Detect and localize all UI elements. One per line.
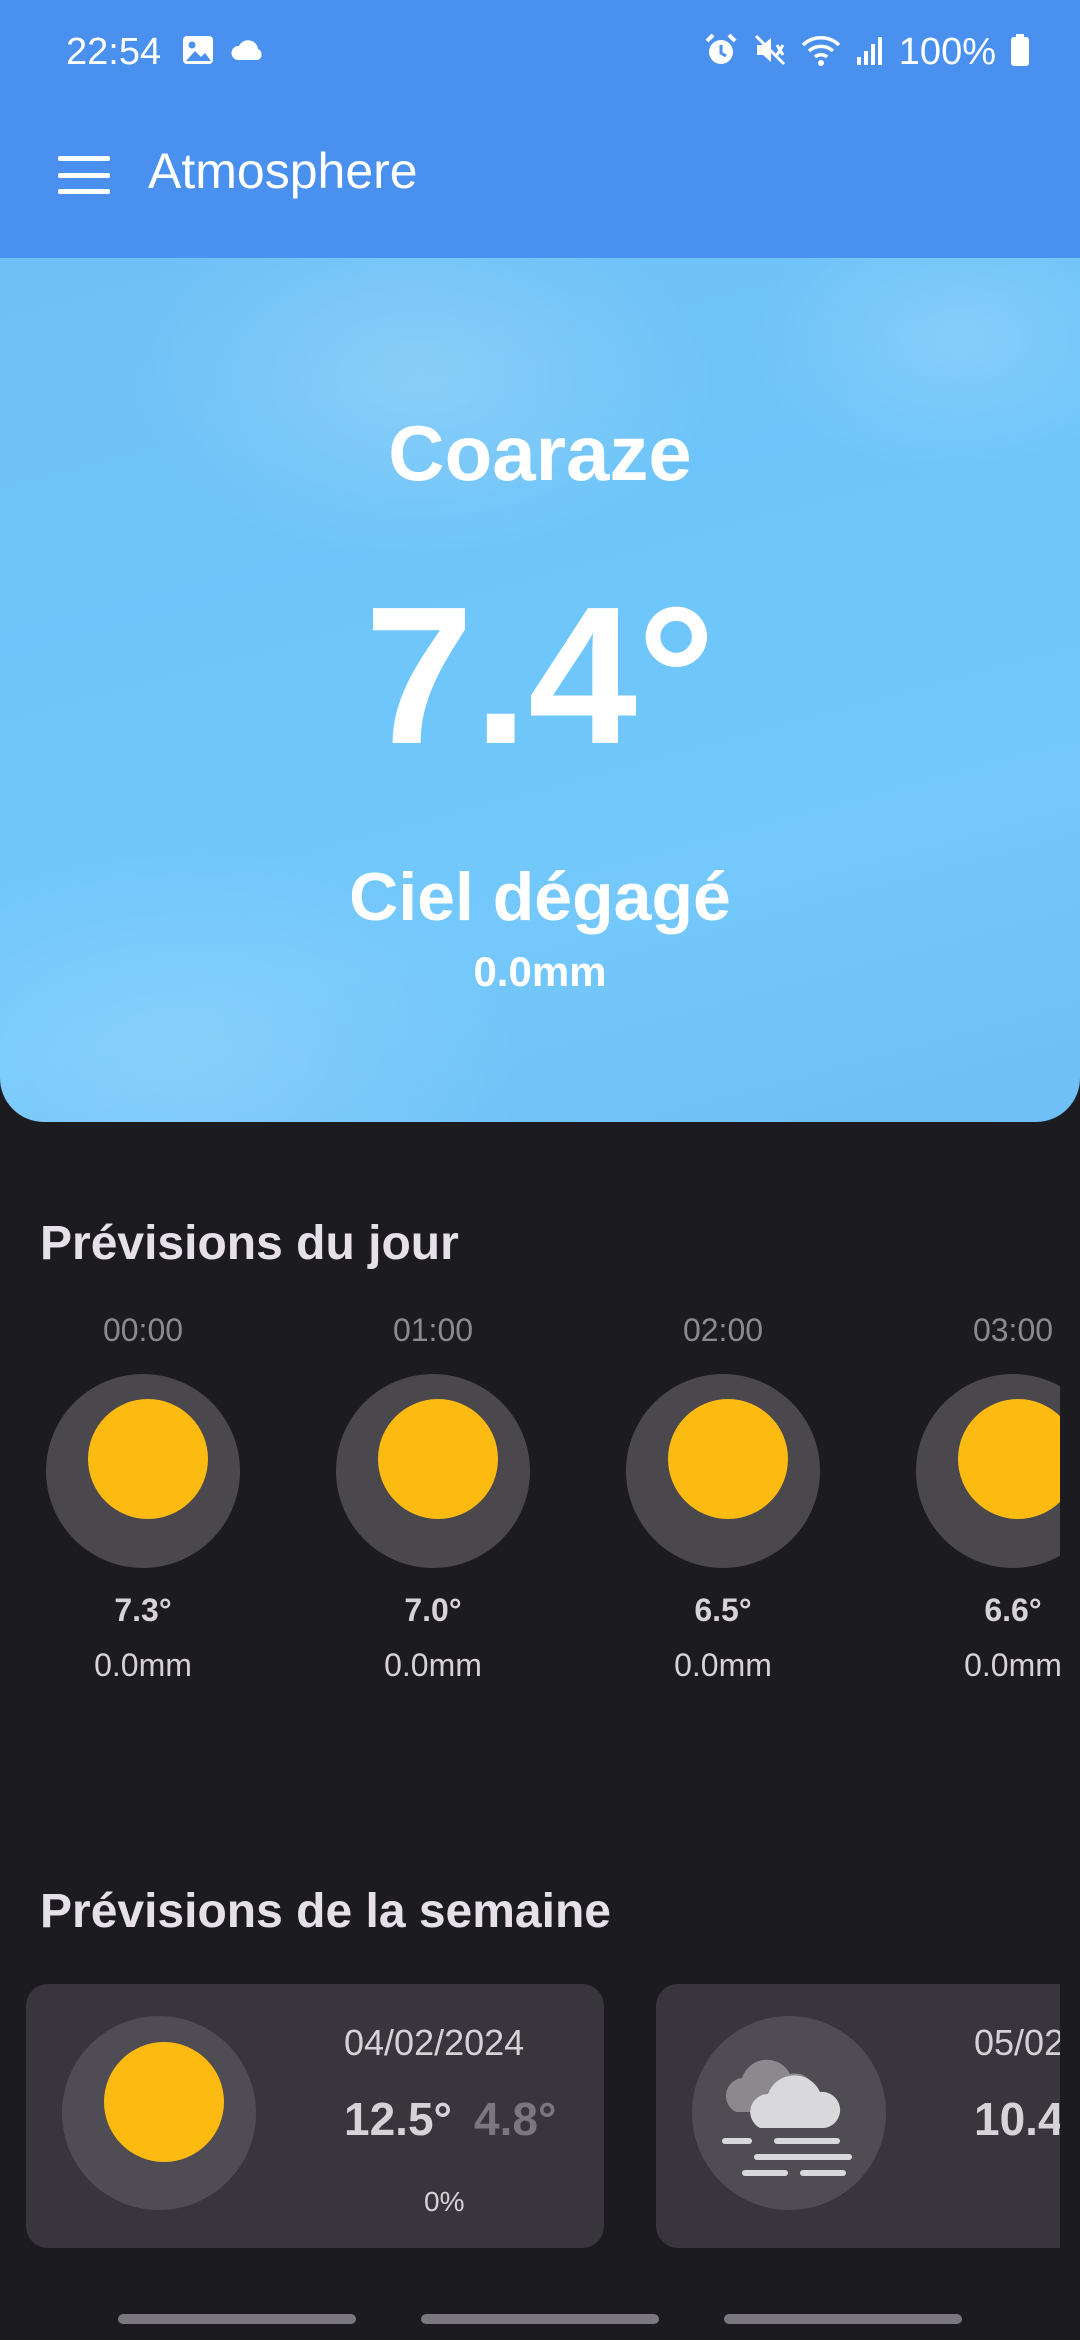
city-name: Coaraze [388,409,692,497]
hour-time: 03:00 [972,1312,1054,1348]
alarm-icon [703,32,739,73]
hourly-forecast-list[interactable]: 00:00 7.3° 0.0mm 01:00 7.0° 0.0mm 02:00 … [0,1310,1060,1730]
sun-icon [958,1399,1060,1519]
nav-home-handle[interactable] [421,2314,659,2324]
signal-icon [855,33,885,72]
hour-temp: 6.6° [984,1592,1042,1628]
hour-temp: 7.3° [114,1592,172,1628]
hour-icon-circle [916,1374,1060,1568]
hour-precip: 0.0mm [674,1647,772,1683]
hourly-item[interactable]: 00:00 7.3° 0.0mm [38,1310,248,1684]
sun-icon [378,1399,498,1519]
app-bar: Atmosphere [0,120,1080,230]
hourly-item[interactable]: 02:00 6.5° 0.0mm [618,1310,828,1684]
hour-time: 00:00 [102,1312,184,1348]
hour-precip: 0.0mm [384,1647,482,1683]
battery-percent: 100% [898,30,996,73]
current-precipitation: 0.0mm [473,948,607,995]
hamburger-menu-icon[interactable] [54,150,114,200]
status-time: 22:54 [66,30,162,73]
hourly-forecast-title: Prévisions du jour [40,1217,459,1270]
wifi-icon [801,33,841,72]
day-icon-circle [692,2016,886,2210]
nav-back-handle[interactable] [724,2314,962,2324]
cloud-icon [229,36,267,69]
hour-temp: 7.0° [404,1592,462,1628]
system-nav-bar [0,2300,1080,2340]
weekly-card[interactable]: 05/02/2024 10.4° [656,1984,1060,2248]
hour-time: 01:00 [392,1312,474,1348]
cloud-fog-icon [714,2050,864,2185]
weather-condition: Ciel dégagé [349,859,731,935]
weekly-card[interactable]: 04/02/2024 12.5° 4.8° 0% [26,1984,604,2248]
image-icon [181,33,215,72]
sun-icon [88,1399,208,1519]
day-high: 12.5° [344,2093,452,2145]
sun-icon [668,1399,788,1519]
app-title: Atmosphere [148,143,418,199]
current-weather-card: Coaraze 7.4° Ciel dégagé 0.0mm [0,258,1080,1122]
battery-icon [1010,33,1030,72]
day-date: 05/02/2024 [974,2022,1060,2063]
current-temperature: 7.4° [364,566,716,785]
mute-icon [753,33,787,72]
nav-recents-handle[interactable] [118,2314,356,2324]
day-precip-chance: 0% [424,2186,465,2217]
day-high: 10.4° [974,2093,1060,2145]
hour-precip: 0.0mm [964,1647,1060,1683]
hour-temp: 6.5° [694,1592,752,1628]
hour-time: 02:00 [682,1312,764,1348]
status-bar: 22:54 100% [66,28,1030,76]
hour-icon-circle [336,1374,530,1568]
day-date: 04/02/2024 [344,2022,525,2063]
hour-precip: 0.0mm [94,1647,192,1683]
sun-icon [104,2042,224,2162]
hour-icon-circle [46,1374,240,1568]
day-low: 4.8° [474,2093,557,2145]
weekly-forecast-title: Prévisions de la semaine [40,1885,611,1938]
hourly-item[interactable]: 03:00 6.6° 0.0mm [908,1310,1060,1684]
hour-icon-circle [626,1374,820,1568]
day-icon-circle [62,2016,256,2210]
top-bar: 22:54 100% Atmosphere [0,0,1080,258]
weekly-forecast-list[interactable]: 04/02/2024 12.5° 4.8° 0% 05/02/2024 10.4… [0,1984,1060,2248]
hourly-item[interactable]: 01:00 7.0° 0.0mm [328,1310,538,1684]
